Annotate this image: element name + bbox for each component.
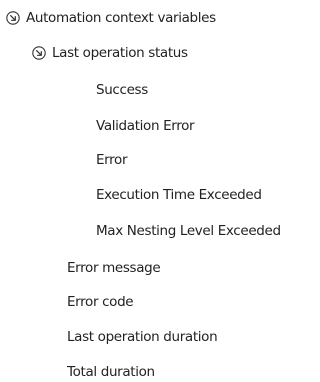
tree-node-label: Automation context variables — [26, 10, 216, 26]
tree-leaf-label: Execution Time Exceeded — [96, 187, 262, 203]
tree-leaf-max-nesting-level-exceeded[interactable]: Max Nesting Level Exceeded — [96, 221, 281, 241]
tree-leaf-label: Error message — [67, 260, 161, 276]
tree-leaf-label: Validation Error — [96, 118, 195, 134]
collapse-arrow-icon[interactable] — [32, 46, 46, 60]
tree-leaf-label: Success — [96, 82, 148, 98]
tree-leaf-label: Total duration — [67, 364, 155, 380]
tree-leaf-label: Last operation duration — [67, 329, 218, 345]
collapse-arrow-icon[interactable] — [6, 11, 20, 25]
tree-node-last-operation-status[interactable]: Last operation status — [32, 43, 188, 63]
tree-leaf-success[interactable]: Success — [96, 80, 148, 100]
tree-node-automation-context-variables[interactable]: Automation context variables — [6, 8, 216, 28]
tree-node-label: Last operation status — [52, 45, 188, 61]
tree-leaf-error[interactable]: Error — [96, 150, 128, 170]
tree-leaf-validation-error[interactable]: Validation Error — [96, 116, 195, 136]
tree-leaf-error-message[interactable]: Error message — [67, 258, 161, 278]
tree-leaf-last-operation-duration[interactable]: Last operation duration — [67, 327, 218, 347]
tree-leaf-execution-time-exceeded[interactable]: Execution Time Exceeded — [96, 185, 262, 205]
tree-leaf-label: Error — [96, 152, 128, 168]
tree-leaf-error-code[interactable]: Error code — [67, 292, 134, 312]
tree-leaf-label: Error code — [67, 294, 134, 310]
tree-leaf-total-duration[interactable]: Total duration — [67, 362, 155, 382]
tree-leaf-label: Max Nesting Level Exceeded — [96, 223, 281, 239]
context-variables-tree: Automation context variables Last operat… — [0, 0, 316, 382]
